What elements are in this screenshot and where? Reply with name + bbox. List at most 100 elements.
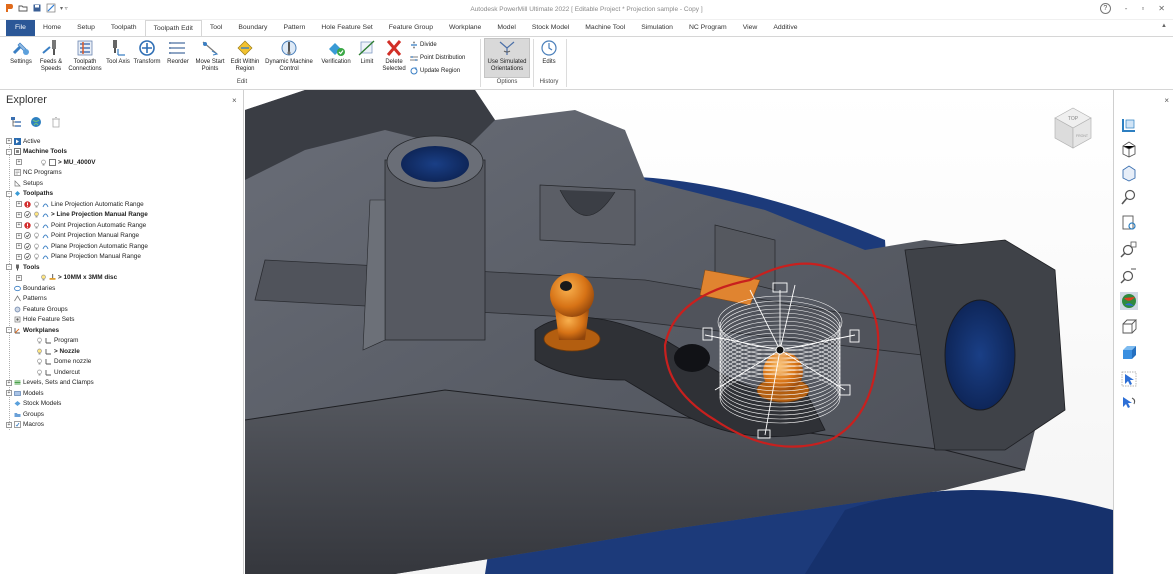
lightbulb-icon[interactable] <box>33 253 40 260</box>
tree-item-workplane[interactable]: Undercut <box>36 367 80 377</box>
reorder-button[interactable]: Reorder <box>164 39 192 66</box>
edits-button[interactable]: Edits <box>536 39 562 66</box>
tree-item-hole-feature-sets[interactable]: Hole Feature Sets <box>14 315 75 325</box>
tab-nc-program[interactable]: NC Program <box>681 20 735 36</box>
tree-item-toolpath[interactable]: + Line Projection Automatic Range <box>16 199 144 209</box>
tree-item-nc-programs[interactable]: NC Programs <box>14 168 62 178</box>
tree-item-workplane[interactable]: Dome nozzle <box>36 357 91 367</box>
expand-icon[interactable]: + <box>6 390 12 396</box>
graphics-viewport[interactable]: TOP FRONT <box>245 90 1113 574</box>
tab-pattern[interactable]: Pattern <box>275 20 313 36</box>
tab-hole-feature-set[interactable]: Hole Feature Set <box>313 20 380 36</box>
expand-icon[interactable]: + <box>6 379 12 386</box>
expand-icon[interactable]: + <box>6 421 12 428</box>
tree-item-toolpath[interactable]: + Plane Projection Automatic Range <box>16 241 148 251</box>
tab-toolpath[interactable]: Toolpath <box>103 20 145 36</box>
view-iso-icon[interactable] <box>1120 116 1138 134</box>
zoom-magnify-icon[interactable] <box>1120 188 1138 206</box>
collapse-icon[interactable]: - <box>6 148 12 155</box>
expand-icon[interactable]: + <box>16 243 22 249</box>
expand-icon[interactable]: + <box>16 211 22 218</box>
lightbulb-icon[interactable] <box>40 274 47 281</box>
tree-item-toolpaths[interactable]: - Toolpaths <box>6 189 53 199</box>
tab-additive[interactable]: Additive <box>765 20 805 36</box>
point-distribution-button[interactable]: Point Distribution <box>410 54 465 62</box>
close-button[interactable]: ✕ <box>1158 4 1165 13</box>
verification-button[interactable]: Verification <box>316 39 356 66</box>
view-cube-icon[interactable] <box>1120 140 1138 158</box>
select-arrow-icon[interactable] <box>1120 370 1138 388</box>
tree-item-tools[interactable]: - Tools <box>6 262 40 272</box>
lightbulb-icon[interactable] <box>33 243 40 250</box>
tab-machine-tool[interactable]: Machine Tool <box>577 20 633 36</box>
wireframe-cube-icon[interactable] <box>1120 318 1138 336</box>
dynamic-machine-control-button[interactable]: Dynamic Machine Control <box>262 39 316 73</box>
cad-scene[interactable]: TOP FRONT <box>245 90 1113 574</box>
tree-item-stock-models[interactable]: Stock Models <box>14 399 61 409</box>
explorer-close-button[interactable]: × <box>232 96 237 105</box>
tab-workplane[interactable]: Workplane <box>441 20 489 36</box>
lightbulb-icon[interactable] <box>33 232 40 239</box>
lightbulb-icon[interactable] <box>40 159 47 166</box>
feeds-speeds-button[interactable]: Feeds & Speeds <box>36 39 66 73</box>
tree-item-workplane[interactable]: Program <box>36 336 79 346</box>
expand-icon[interactable]: + <box>16 159 22 165</box>
tree-item-setups[interactable]: Setups <box>14 178 43 188</box>
lightbulb-icon[interactable] <box>33 211 40 218</box>
tree-item-macros[interactable]: + Macros <box>6 420 44 430</box>
tab-feature-group[interactable]: Feature Group <box>381 20 441 36</box>
collapse-icon[interactable]: - <box>6 190 12 197</box>
tree-item-patterns[interactable]: Patterns <box>14 294 47 304</box>
tree-item-mu4000v[interactable]: + > MU_4000V <box>16 157 95 167</box>
restore-button[interactable]: ▫ <box>1141 4 1144 13</box>
select-rotate-icon[interactable] <box>1120 394 1138 412</box>
settings-button[interactable]: Settings <box>6 39 36 66</box>
shading-sphere-icon[interactable] <box>1120 292 1138 310</box>
tab-boundary[interactable]: Boundary <box>230 20 275 36</box>
view-toolbar-close-button[interactable]: × <box>1164 96 1169 105</box>
tree-item-tool[interactable]: + > 10MM x 3MM disc <box>16 273 117 283</box>
lightbulb-icon[interactable] <box>36 369 43 376</box>
ribbon-collapse-icon[interactable]: ▲ <box>1161 23 1167 29</box>
collapse-icon[interactable]: - <box>6 264 12 270</box>
tree-item-toolpath[interactable]: + Plane Projection Manual Range <box>16 252 141 262</box>
tab-stock-model[interactable]: Stock Model <box>524 20 577 36</box>
tab-toolpath-edit[interactable]: Toolpath Edit <box>144 20 202 36</box>
solid-cube-icon[interactable] <box>1120 344 1138 362</box>
globe-icon[interactable] <box>30 116 42 128</box>
edit-within-region-button[interactable]: Edit Within Region <box>228 39 262 73</box>
lightbulb-icon[interactable] <box>36 358 43 365</box>
help-icon[interactable]: ? <box>1099 3 1111 14</box>
expand-icon[interactable]: + <box>16 201 22 207</box>
transform-button[interactable]: Transform <box>131 39 163 66</box>
tab-home[interactable]: Home <box>35 20 69 36</box>
move-start-points-button[interactable]: Move Start Points <box>192 39 228 73</box>
expand-icon[interactable]: + <box>6 138 12 144</box>
lightbulb-icon[interactable] <box>33 201 40 208</box>
expand-icon[interactable]: + <box>16 274 22 281</box>
tab-setup[interactable]: Setup <box>69 20 103 36</box>
shaded-cube-icon[interactable] <box>1120 164 1138 182</box>
tool-axis-button[interactable]: Tool Axis <box>106 39 130 66</box>
zoom-fit-icon[interactable] <box>1120 266 1138 284</box>
tree-item-toolpath[interactable]: + Point Projection Manual Range <box>16 231 139 241</box>
tree-item-feature-groups[interactable]: Feature Groups <box>14 304 68 314</box>
tree-item-workplanes[interactable]: - Workplanes <box>6 325 59 335</box>
delete-selected-button[interactable]: Delete Selected <box>380 39 408 73</box>
tab-model[interactable]: Model <box>489 20 524 36</box>
expand-icon[interactable]: + <box>16 222 22 228</box>
expand-icon[interactable]: + <box>16 253 22 260</box>
trash-icon[interactable] <box>50 116 62 128</box>
zoom-page-icon[interactable] <box>1120 214 1138 232</box>
tree-item-machine-tools[interactable]: - Machine Tools <box>6 147 67 157</box>
tab-file[interactable]: File <box>6 20 35 36</box>
zoom-window-icon[interactable] <box>1120 240 1138 258</box>
tree-item-models[interactable]: + Models <box>6 388 44 398</box>
collapse-icon[interactable]: - <box>6 327 12 333</box>
limit-button[interactable]: Limit <box>356 39 378 66</box>
tree-item-boundaries[interactable]: Boundaries <box>14 283 55 293</box>
minimize-button[interactable]: - <box>1125 4 1128 13</box>
divide-button[interactable]: Divide <box>410 41 437 49</box>
tree-item-levels[interactable]: + Levels, Sets and Clamps <box>6 378 94 388</box>
update-region-button[interactable]: Update Region <box>410 67 460 75</box>
